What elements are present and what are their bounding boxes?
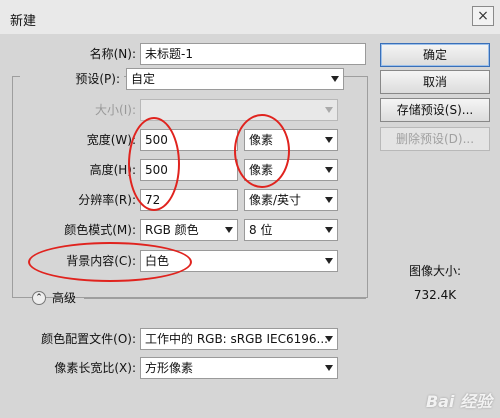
chevron-down-icon [325, 227, 333, 233]
advanced-label: 高级 [52, 291, 77, 305]
resolution-label: 分辨率(R): [78, 193, 136, 207]
width-label: 宽度(W): [86, 133, 136, 147]
watermark: Bai 经验 [425, 392, 492, 411]
resolution-unit-select[interactable]: 像素/英寸 [244, 189, 338, 211]
ok-button[interactable]: 确定 [380, 43, 490, 67]
chevron-down-icon [325, 365, 333, 371]
height-label: 高度(H): [89, 163, 136, 177]
size-label: 大小(I): [95, 103, 136, 117]
annotation-ellipse-width-height [128, 117, 180, 211]
chevron-down-icon [331, 76, 339, 82]
chevron-down-icon [325, 137, 333, 143]
preset-label: 预设(P): [20, 68, 124, 90]
chevron-down-icon [225, 227, 233, 233]
pixel-aspect-label: 像素长宽比(X): [54, 361, 136, 375]
chevron-down-icon [325, 197, 333, 203]
chevron-down-icon [325, 336, 333, 342]
color-mode-value: RGB 颜色 [145, 223, 199, 237]
annotation-ellipse-unit [234, 114, 290, 188]
name-input[interactable]: 未标题-1 [140, 43, 366, 65]
bit-depth-value: 8 位 [249, 223, 273, 237]
resolution-unit-value: 像素/英寸 [249, 193, 302, 207]
close-button[interactable]: × [472, 6, 494, 26]
annotation-ellipse-background [28, 242, 192, 282]
preset-select[interactable]: 自定 [126, 68, 344, 90]
color-profile-label: 颜色配置文件(O): [41, 332, 136, 346]
cancel-button[interactable]: 取消 [380, 70, 490, 94]
color-mode-select[interactable]: RGB 颜色 [140, 219, 238, 241]
pixel-aspect-select[interactable]: 方形像素 [140, 357, 338, 379]
bit-depth-select[interactable]: 8 位 [244, 219, 338, 241]
color-profile-select[interactable]: 工作中的 RGB: sRGB IEC6196... [140, 328, 338, 350]
delete-preset-button[interactable]: 删除预设(D)... [380, 127, 490, 151]
new-document-dialog: 名称(N): 未标题-1 预设(P): 自定 大小(I): 宽度(W): 500… [0, 34, 500, 418]
pixel-aspect-value: 方形像素 [145, 361, 194, 375]
advanced-toggle-icon[interactable]: ⌃ [32, 291, 46, 305]
chevron-down-icon [325, 167, 333, 173]
name-label: 名称(N): [89, 47, 136, 61]
color-mode-label: 颜色模式(M): [64, 223, 136, 237]
chevron-down-icon [325, 107, 333, 113]
chevron-down-icon [325, 258, 333, 264]
image-size-value: 732.4K [413, 288, 457, 302]
size-select[interactable] [140, 99, 338, 121]
image-size-label: 图像大小: [408, 264, 462, 278]
advanced-separator [84, 298, 366, 299]
preset-select-value: 自定 [131, 72, 156, 86]
color-profile-value: 工作中的 RGB: sRGB IEC6196... [145, 332, 328, 346]
window-title: 新建 [10, 14, 37, 29]
title-bar: 新建 × [0, 0, 500, 35]
save-preset-button[interactable]: 存储预设(S)... [380, 98, 490, 122]
